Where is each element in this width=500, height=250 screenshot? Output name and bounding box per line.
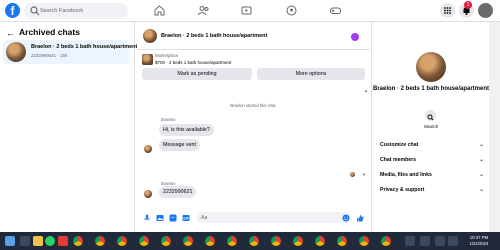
section-label: Privacy & support [380,187,425,193]
chrome-icon[interactable] [227,236,237,246]
back-arrow-icon[interactable]: ← [6,28,15,38]
chrome-icon[interactable] [359,236,369,246]
chat-header-title[interactable]: Braelon · 2 beds 1 bath house/apartment [161,33,267,39]
chat-window: Braelon · 2 beds 1 bath house/apartment … [137,22,370,232]
system-tray-icon[interactable] [405,236,415,246]
chevron-down-icon: ⌄ [478,142,484,148]
home-icon[interactable] [153,4,166,17]
profile-avatar[interactable] [478,3,493,18]
svg-text:GIF: GIF [183,217,189,221]
groups-icon[interactable] [285,4,298,17]
chrome-icon[interactable] [315,236,325,246]
system-tray-icon[interactable] [448,236,458,246]
archived-chats-sidebar: ← Archived chats Braelon · 2 beds 1 bath… [0,22,137,232]
search-icon[interactable] [20,236,30,246]
listing-details[interactable]: $700 · 2 beds 1 bath house/apartment [155,60,231,65]
message-bubble[interactable]: Hi, is this available? [159,124,214,136]
message-bubble[interactable]: Message sent [159,139,200,151]
gaming-icon[interactable] [329,4,342,17]
system-tray-icon[interactable] [420,236,430,246]
search-label: Search [423,124,439,129]
friends-icon[interactable] [197,4,210,17]
chat-list-item[interactable]: Braelon · 2 beds 1 bath house/apartment … [3,40,137,64]
sender-avatar [144,190,152,198]
chevron-down-icon: ⌄ [478,187,484,193]
chrome-icon[interactable] [249,236,259,246]
chrome-icon[interactable] [337,236,347,246]
microphone-icon[interactable] [143,214,151,222]
chrome-icon[interactable] [95,236,105,246]
menu-grid-icon[interactable] [440,3,455,18]
message-composer: GIF [137,210,370,232]
search-box[interactable] [24,3,128,19]
notification-badge: 1 [464,1,472,9]
more-options-button[interactable]: More options [257,68,365,80]
section-label: Chat members [380,157,417,163]
chevron-down-icon: ⌄ [478,172,484,178]
privacy-support-section[interactable]: Privacy & support ⌄ [380,185,484,195]
chat-members-section[interactable]: Chat members ⌄ [380,155,484,165]
chrome-icon[interactable] [161,236,171,246]
chrome-icon[interactable] [117,236,127,246]
message-sender: Braelon [161,117,176,122]
search-input[interactable] [40,3,126,19]
emoji-icon[interactable] [342,214,350,222]
mark-as-pending-button[interactable]: Mark as pending [142,68,252,80]
sticker-icon[interactable] [169,214,177,222]
watch-icon[interactable] [240,4,253,17]
contact-avatar[interactable] [416,52,446,82]
windows-start-icon[interactable] [5,236,15,246]
image-icon[interactable] [156,214,164,222]
chrome-icon[interactable] [205,236,215,246]
header-avatar[interactable] [143,29,157,43]
file-explorer-icon[interactable] [33,236,43,246]
top-navigation-bar: f 1 [0,0,500,22]
sender-avatar [144,145,152,153]
chat-avatar [6,42,26,62]
clock-date: 1/22/2024 [469,241,489,246]
chat-item-subtitle: 2232990621 · 15h [31,53,68,58]
thumbs-up-icon[interactable] [356,214,364,222]
search-icon[interactable] [425,110,436,121]
chrome-icon[interactable] [271,236,281,246]
app-icon[interactable] [58,236,68,246]
chrome-icon[interactable] [73,236,83,246]
chrome-icon[interactable] [139,236,149,246]
message-bubble[interactable]: 2232990621 [159,186,197,198]
chrome-icon[interactable] [293,236,303,246]
listing-thumbnail[interactable] [142,54,153,65]
system-tray-icon[interactable] [435,236,445,246]
media-files-links-section[interactable]: Media, files and links ⌄ [380,170,484,180]
message-input[interactable] [196,212,351,223]
read-receipt-avatar [350,172,355,177]
chat-info-icon[interactable] [351,33,359,41]
section-label: Customize chat [380,142,419,148]
page-scrollbar[interactable] [489,22,500,232]
sidebar-title: Archived chats [19,27,80,37]
scroll-down-arrow-icon[interactable]: ▼ [362,172,366,177]
chat-details-panel: Braelon · 2 beds 1 bath house/apartment … [371,22,489,232]
contact-name: Braelon · 2 beds 1 bath house/apartment [372,86,490,92]
section-label: Media, files and links [380,172,432,178]
windows-taskbar: 10:47 PM 1/22/2024 [0,232,500,250]
scroll-up-arrow-icon[interactable]: ▲ [364,88,368,93]
chevron-down-icon: ⌄ [478,157,484,163]
chrome-icon[interactable] [183,236,193,246]
chrome-icon[interactable] [381,236,391,246]
taskbar-clock[interactable]: 10:47 PM 1/22/2024 [462,235,496,247]
whatsapp-icon[interactable] [45,236,55,246]
facebook-logo[interactable]: f [5,3,20,18]
chat-item-name: Braelon · 2 beds 1 bath house/apartment [31,44,138,50]
marketplace-label: Marketplace [155,53,179,58]
chat-started-notice: Braelon started this chat. [230,103,277,108]
chat-header: Braelon · 2 beds 1 bath house/apartment [137,22,370,50]
customize-chat-section[interactable]: Customize chat ⌄ [380,140,484,150]
gif-icon[interactable]: GIF [182,214,190,222]
